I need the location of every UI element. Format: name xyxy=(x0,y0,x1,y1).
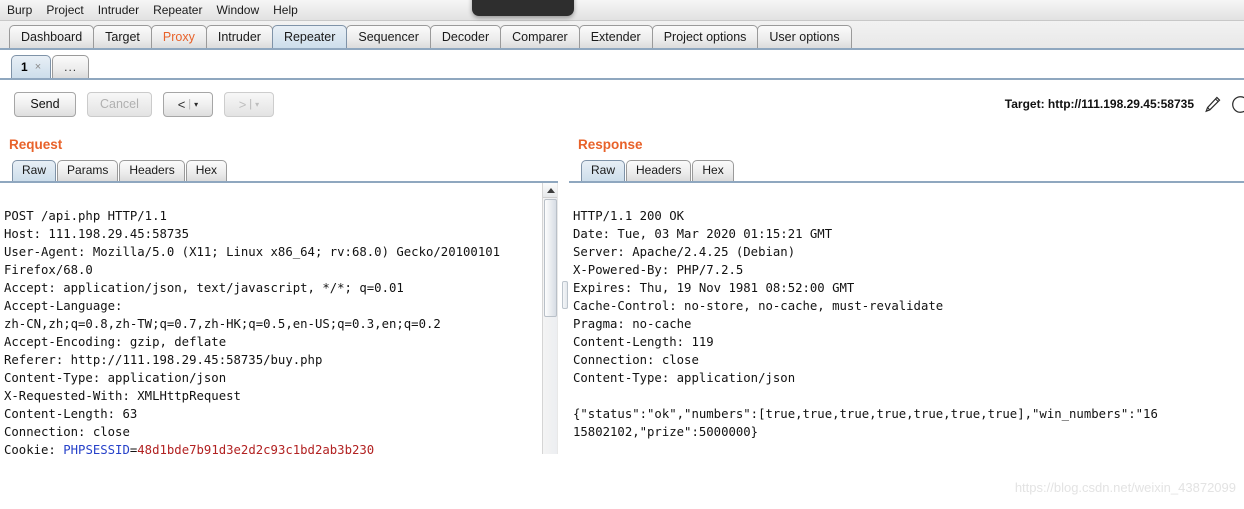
cookie-header-name: Cookie: xyxy=(4,443,64,454)
tab-dashboard[interactable]: Dashboard xyxy=(9,25,95,48)
menu-item-repeater[interactable]: Repeater xyxy=(153,3,210,17)
tab-intruder[interactable]: Intruder xyxy=(205,25,273,48)
request-tab-headers[interactable]: Headers xyxy=(119,160,185,181)
response-body-line: 15802102,"prize":5000000} xyxy=(573,425,759,439)
response-raw-text[interactable]: HTTP/1.1 200 OK Date: Tue, 03 Mar 2020 01… xyxy=(569,183,1244,454)
menu-item-window[interactable]: Window xyxy=(216,3,267,17)
menu-item-project[interactable]: Project xyxy=(46,3,91,17)
request-line: Host: 111.198.29.45:58735 xyxy=(4,227,190,241)
request-pane: Request Raw Params Headers Hex POST /api… xyxy=(0,128,558,460)
shell-overlay-window[interactable]: Shell No. 1 xyxy=(472,0,574,16)
response-line: Expires: Thu, 19 Nov 1981 08:52:00 GMT xyxy=(573,281,855,295)
tab-sequencer[interactable]: Sequencer xyxy=(346,25,431,48)
tab-project-options[interactable]: Project options xyxy=(651,25,759,48)
request-line: Accept-Language: xyxy=(4,299,123,313)
request-line: Accept-Encoding: gzip, deflate xyxy=(4,335,227,349)
menu-item-help[interactable]: Help xyxy=(273,3,306,17)
repeater-tab-1-label: 1 xyxy=(21,59,28,74)
request-line: Content-Type: application/json xyxy=(4,371,227,385)
repeater-tab-1[interactable]: 1 × xyxy=(11,55,52,78)
request-line: Firefox/68.0 xyxy=(4,263,93,277)
response-line: Content-Type: application/json xyxy=(573,371,796,385)
response-tab-headers[interactable]: Headers xyxy=(626,160,692,181)
menu-bar: Burp Project Intruder Repeater Window He… xyxy=(0,0,1244,21)
help-circle-icon[interactable] xyxy=(1231,95,1244,114)
tab-extender[interactable]: Extender xyxy=(578,25,653,48)
request-line: Content-Length: 63 xyxy=(4,407,138,421)
burp-suite-window: Burp Project Intruder Repeater Window He… xyxy=(0,0,1244,509)
response-tab-bar: Raw Headers Hex xyxy=(569,158,1244,183)
scrollbar-thumb[interactable] xyxy=(544,199,557,317)
response-body-line: {"status":"ok","numbers":[true,true,true… xyxy=(573,407,1158,421)
menu-item-intruder[interactable]: Intruder xyxy=(98,3,147,17)
request-tab-params[interactable]: Params xyxy=(57,160,119,181)
response-pane: Response Raw Headers Hex HTTP/1.1 200 OK… xyxy=(569,128,1244,460)
history-forward-button: > | ▾ xyxy=(223,91,274,117)
response-panel-title: Response xyxy=(578,137,643,152)
request-vertical-scrollbar[interactable] xyxy=(542,183,557,454)
request-tab-raw[interactable]: Raw xyxy=(12,160,57,181)
send-button[interactable]: Send xyxy=(14,91,76,117)
pane-splitter[interactable] xyxy=(558,128,569,460)
response-line: Connection: close xyxy=(573,353,699,367)
scroll-up-icon[interactable] xyxy=(543,183,557,198)
chevron-down-icon: ▾ xyxy=(194,99,199,109)
chevron-left-icon: < xyxy=(177,96,186,112)
target-area: Target: http://111.198.29.45:58735 xyxy=(1004,80,1244,128)
history-back-button[interactable]: < | ▾ xyxy=(162,91,213,117)
request-editor[interactable]: POST /api.php HTTP/1.1 Host: 111.198.29.4… xyxy=(0,183,558,454)
main-tab-bar: Dashboard Target Proxy Intruder Repeater… xyxy=(0,21,1244,50)
repeater-toolbar: Send Cancel < | ▾ > | ▾ Target: http://1… xyxy=(0,80,1244,128)
request-panel-title: Request xyxy=(9,137,63,152)
tab-target[interactable]: Target xyxy=(93,25,152,48)
request-line: Connection: close xyxy=(4,425,130,439)
close-icon[interactable]: × xyxy=(35,57,41,78)
response-line: Cache-Control: no-store, no-cache, must-… xyxy=(573,299,944,313)
request-line: User-Agent: Mozilla/5.0 (X11; Linux x86_… xyxy=(4,245,501,259)
cookie-key: PHPSESSID xyxy=(63,443,130,454)
bottom-filler xyxy=(0,491,1244,509)
response-tab-raw[interactable]: Raw xyxy=(581,160,626,181)
cancel-button: Cancel xyxy=(87,91,152,117)
repeater-tab-new[interactable]: ... xyxy=(52,55,90,78)
response-tab-hex[interactable]: Hex xyxy=(692,160,734,181)
response-line: Date: Tue, 03 Mar 2020 01:15:21 GMT xyxy=(573,227,833,241)
menu-item-burp[interactable]: Burp xyxy=(7,3,40,17)
request-raw-text[interactable]: POST /api.php HTTP/1.1 Host: 111.198.29.4… xyxy=(0,183,557,454)
repeater-tab-bar: 1 × ... xyxy=(0,50,1244,80)
tab-comparer[interactable]: Comparer xyxy=(500,25,580,48)
response-line: Server: Apache/2.4.25 (Debian) xyxy=(573,245,796,259)
button-divider: | xyxy=(188,98,192,110)
tab-decoder[interactable]: Decoder xyxy=(429,25,502,48)
response-line: X-Powered-By: PHP/7.2.5 xyxy=(573,263,744,277)
response-line: HTTP/1.1 200 OK xyxy=(573,209,685,223)
request-line: Referer: http://111.198.29.45:58735/buy.… xyxy=(4,353,323,367)
response-line: Pragma: no-cache xyxy=(573,317,692,331)
target-label: Target: http://111.198.29.45:58735 xyxy=(1004,97,1194,111)
request-cookie-line: Cookie: PHPSESSID=48d1bde7b91d3e2d2c93c1… xyxy=(4,441,557,454)
request-line: POST /api.php HTTP/1.1 xyxy=(4,209,167,223)
request-line: zh-CN,zh;q=0.8,zh-TW;q=0.7,zh-HK;q=0.5,e… xyxy=(4,317,441,331)
chevron-down-icon: ▾ xyxy=(255,99,260,109)
pencil-icon[interactable] xyxy=(1203,95,1222,114)
request-tab-hex[interactable]: Hex xyxy=(185,160,228,181)
request-line: X-Requested-With: XMLHttpRequest xyxy=(4,389,241,403)
cookie-value: 48d1bde7b91d3e2d2c93c1bd2ab3b230 xyxy=(137,443,375,454)
tab-repeater[interactable]: Repeater xyxy=(271,25,348,48)
response-line: Content-Length: 119 xyxy=(573,335,714,349)
chevron-right-icon: > xyxy=(238,96,247,112)
tab-proxy[interactable]: Proxy xyxy=(150,25,207,48)
button-divider: | xyxy=(249,98,253,110)
request-line: Accept: application/json, text/javascrip… xyxy=(4,281,404,295)
request-tab-bar: Raw Params Headers Hex xyxy=(0,158,558,183)
response-editor[interactable]: HTTP/1.1 200 OK Date: Tue, 03 Mar 2020 01… xyxy=(569,183,1244,454)
tab-user-options[interactable]: User options xyxy=(757,25,852,48)
message-panes: Request Raw Params Headers Hex POST /api… xyxy=(0,128,1244,460)
